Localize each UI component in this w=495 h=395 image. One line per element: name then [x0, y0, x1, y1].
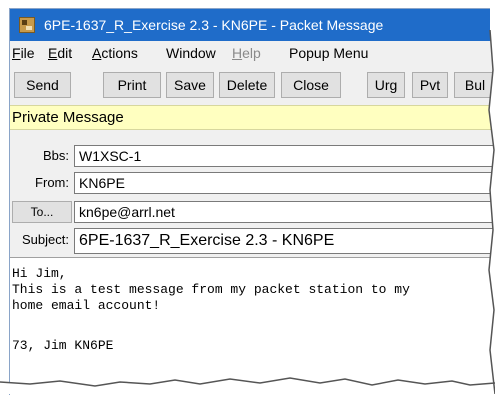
- delete-button[interactable]: Delete: [219, 72, 275, 98]
- menu-help-label: elp: [242, 45, 261, 61]
- packet-app-icon: [19, 17, 35, 33]
- menu-file[interactable]: File: [12, 45, 35, 61]
- from-label: From:: [35, 175, 69, 190]
- menu-help-mnemonic: H: [232, 45, 243, 61]
- save-button[interactable]: Save: [166, 72, 214, 98]
- packet-message-window: 6PE-1637_R_Exercise 2.3 - KN6PE - Packet…: [9, 8, 495, 395]
- to-field[interactable]: kn6pe@arrl.net: [74, 201, 495, 223]
- menu-file-mnemonic: F: [12, 45, 21, 61]
- body-line: 73, Jim KN6PE: [12, 338, 114, 353]
- message-body[interactable]: Hi Jim, This is a test message from my p…: [10, 257, 495, 395]
- close-button[interactable]: Close: [281, 72, 341, 98]
- body-line: This is a test message from my packet st…: [12, 282, 410, 297]
- private-button[interactable]: Pvt: [412, 72, 448, 98]
- menu-popup[interactable]: Popup Menu: [289, 45, 368, 61]
- send-button[interactable]: Send: [14, 72, 71, 98]
- menu-actions-mnemonic: A: [92, 45, 102, 61]
- window-title: 6PE-1637_R_Exercise 2.3 - KN6PE - Packet…: [44, 17, 384, 33]
- bbs-label: Bbs:: [42, 148, 69, 163]
- menu-file-label: ile: [20, 45, 35, 61]
- menu-edit-label: dit: [57, 45, 73, 61]
- menu-bar: File Edit Actions Window Help Popup Menu: [10, 42, 495, 64]
- subject-label: Subject:: [22, 232, 69, 247]
- from-field[interactable]: KN6PE: [74, 172, 495, 194]
- bulletin-button[interactable]: Bul: [454, 72, 495, 98]
- menu-actions[interactable]: Actions: [92, 45, 138, 61]
- private-message-banner: Private Message: [10, 105, 495, 130]
- subject-field[interactable]: 6PE-1637_R_Exercise 2.3 - KN6PE: [74, 228, 495, 254]
- print-button[interactable]: Print: [103, 72, 161, 98]
- banner-text: Private Message: [12, 109, 124, 126]
- menu-actions-label: ctions: [101, 45, 138, 61]
- menu-window[interactable]: Window: [166, 45, 216, 61]
- title-bar[interactable]: 6PE-1637_R_Exercise 2.3 - KN6PE - Packet…: [10, 9, 495, 41]
- body-line: home email account!: [12, 298, 161, 313]
- menu-edit[interactable]: Edit: [48, 45, 72, 61]
- urgent-button[interactable]: Urg: [367, 72, 405, 98]
- bbs-field[interactable]: W1XSC-1: [74, 145, 495, 167]
- to-button[interactable]: To...: [12, 201, 72, 223]
- toolbar: Send Print Save Delete Close Urg Pvt Bul: [10, 66, 495, 106]
- menu-help[interactable]: Help: [232, 45, 261, 61]
- menu-edit-mnemonic: E: [48, 45, 58, 61]
- body-line: Hi Jim,: [12, 266, 67, 281]
